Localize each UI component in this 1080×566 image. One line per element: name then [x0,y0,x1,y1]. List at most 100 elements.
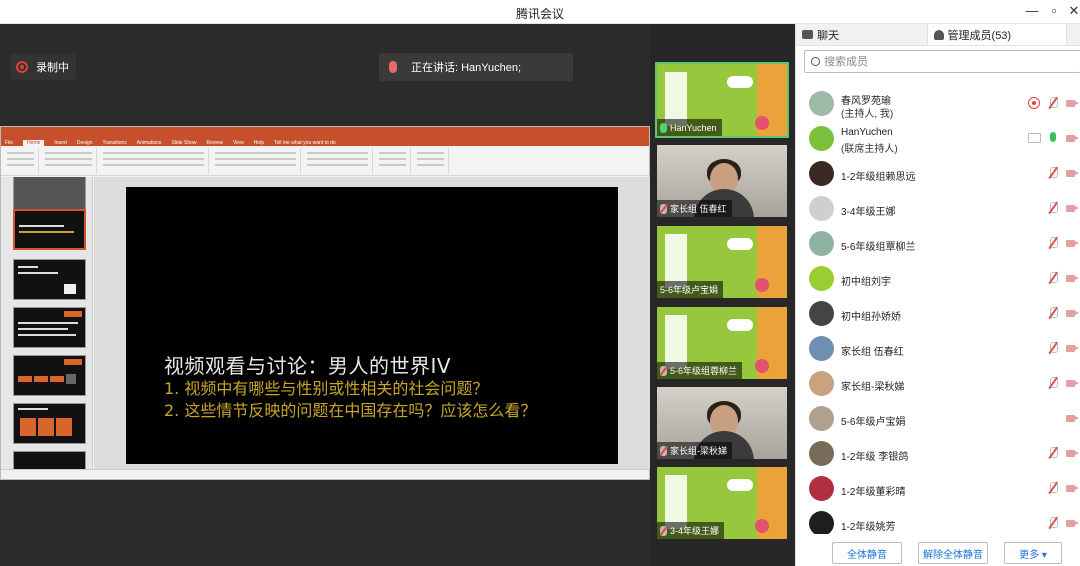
video-tile[interactable]: 5-6年级卢宝娟 [657,226,787,298]
search-input[interactable] [824,55,1054,68]
video-tile-label: 3-4年级王娜 [657,522,725,539]
slide-thumbnail-selected[interactable] [13,209,86,250]
microphone-muted-icon [660,445,667,456]
recording-icon[interactable] [1028,97,1040,109]
current-slide: 视频观看与讨论：男人的世界IV 1. 视频中有哪些与性别或性相关的社会问题？ 2… [126,187,618,464]
member-name: 家长组-梁秋娣 [841,382,905,393]
camera-off-icon[interactable] [1066,447,1079,459]
member-name: 3-4年级王娜 [841,207,896,218]
member-name: HanYuchen [841,127,893,138]
powerpoint-window: File Home Insert Design Transitions Animation… [0,126,650,480]
microphone-muted-icon[interactable] [1047,97,1059,109]
tab-chat[interactable]: 聊天 [796,24,928,45]
member-row[interactable]: 家长组 伍春红 [796,331,1080,366]
camera-off-icon[interactable] [1066,377,1079,389]
avatar [809,441,834,466]
slide-thumbnail[interactable] [13,451,86,469]
member-name: 家长组 伍春红 [841,347,904,358]
member-row[interactable]: 5-6年级卢宝娟 [796,401,1080,436]
microphone-muted-icon[interactable] [1047,517,1059,529]
camera-off-icon[interactable] [1066,167,1079,179]
close-button[interactable]: ✕ [1063,3,1080,19]
member-row[interactable]: 初中组刘宇 [796,261,1080,296]
avatar [809,336,834,361]
maximize-button[interactable]: ▫ [1043,3,1065,18]
mute-all-button[interactable]: 全体静音 [832,542,902,564]
avatar [809,511,834,534]
slide-thumbnail[interactable] [13,403,86,444]
member-row[interactable]: 1-2年级姚芳 [796,506,1080,534]
camera-off-icon[interactable] [1066,272,1079,284]
microphone-muted-icon[interactable] [1047,447,1059,459]
video-tile-label: 5-6年级组蓉柳兰 [657,362,743,379]
video-tile-label: 5-6年级卢宝娟 [657,281,724,298]
camera-off-icon[interactable] [1066,342,1079,354]
video-tile[interactable]: 3-4年级王娜 [657,467,787,539]
member-search[interactable] [804,50,1080,73]
member-row[interactable]: 1-2年级组赖思远 [796,156,1080,191]
member-row[interactable]: 5-6年级组覃柳兰 [796,226,1080,261]
slide-editor: 视频观看与讨论：男人的世界IV 1. 视频中有哪些与性别或性相关的社会问题？ 2… [94,177,650,469]
avatar [809,266,834,291]
microphone-muted-icon[interactable] [1047,272,1059,284]
microphone-muted-icon[interactable] [1047,482,1059,494]
member-row[interactable]: 1-2年级董彩晴 [796,471,1080,506]
speaking-indicator: 正在讲话: HanYuchen; [379,53,573,81]
video-tile[interactable]: 5-6年级组蓉柳兰 [657,307,787,379]
unmute-all-button[interactable]: 解除全体静音 [918,542,988,564]
camera-off-icon[interactable] [1066,202,1079,214]
participant-name: 家长组-梁秋娣 [670,446,727,456]
video-tile[interactable]: 家长组-梁秋娣 [657,387,787,459]
microphone-muted-icon [660,203,667,214]
ppt-titlebar [1,127,649,137]
speaking-label: 正在讲话: HanYuchen; [411,62,522,74]
participant-name: 5-6年级组蓉柳兰 [670,366,738,376]
camera-off-icon[interactable] [1066,482,1079,494]
panel-footer: 全体静音 解除全体静音 更多 ▾ [796,542,1080,566]
camera-off-icon[interactable] [1066,132,1079,144]
camera-off-icon[interactable] [1066,517,1079,529]
slide-line-2: 2. 这些情节反映的问题在中国存在吗？应该怎么看？ [164,401,537,420]
more-button[interactable]: 更多 ▾ [1004,542,1062,564]
member-row[interactable]: 春风罗苑瑜 (主持人, 我) [796,86,1080,121]
member-name: 1-2年级组赖思远 [841,172,916,183]
slide-thumbnails [1,177,93,469]
slide-thumbnail[interactable] [13,355,86,396]
microphone-muted-icon[interactable] [1047,342,1059,354]
microphone-muted-icon[interactable] [1047,377,1059,389]
screen-share-icon[interactable] [1028,132,1041,144]
member-row[interactable]: 1-2年级 李银鸽 [796,436,1080,471]
recording-indicator[interactable]: 录制中 [10,54,76,80]
ppt-ribbon-tabs: File Home Insert Design Transitions Animation… [1,137,649,146]
video-tile[interactable]: 家长组 伍春红 [657,145,787,217]
participant-name: 家长组 伍春红 [670,204,727,214]
microphone-icon[interactable] [1047,132,1059,144]
panel-menu-icon[interactable] [1067,24,1080,45]
microphone-icon [389,61,397,73]
camera-off-icon[interactable] [1066,412,1079,424]
video-tile-label: 家长组 伍春红 [657,200,732,217]
microphone-muted-icon[interactable] [1047,307,1059,319]
slide-thumbnail[interactable] [13,307,86,348]
camera-off-icon[interactable] [1066,237,1079,249]
participant-name: 5-6年级卢宝娟 [660,285,719,295]
member-name: 1-2年级 李银鸽 [841,452,909,463]
member-row[interactable]: 家长组-梁秋娣 [796,366,1080,401]
recording-label: 录制中 [36,62,69,74]
minimize-button[interactable]: — [1021,3,1043,18]
microphone-muted-icon[interactable] [1047,167,1059,179]
microphone-muted-icon[interactable] [1047,202,1059,214]
video-tile-label: 家长组-梁秋娣 [657,442,732,459]
video-tile[interactable]: HanYuchen [655,62,789,138]
member-row[interactable]: 初中组孙娇娇 [796,296,1080,331]
video-strip: HanYuchen 家长组 伍春红 5-6年级卢宝娟 5-6年级组蓉柳兰 家长组-梁秋娣… [650,24,795,566]
camera-off-icon[interactable] [1066,307,1079,319]
member-list: 春风罗苑瑜 (主持人, 我) HanYuchen (联席主持人) 1-2年级组赖思远 3-… [796,86,1080,534]
side-panel: 聊天 管理成员(53) 春风罗苑瑜(主持人, 我) HanYuchen (联席主持人… [795,24,1080,566]
member-row[interactable]: 3-4年级王娜 [796,191,1080,226]
tab-members[interactable]: 管理成员(53) [927,24,1068,45]
slide-thumbnail[interactable] [13,259,86,300]
member-row[interactable]: HanYuchen (联席主持人) [796,121,1080,156]
microphone-muted-icon[interactable] [1047,237,1059,249]
camera-off-icon[interactable] [1066,97,1079,109]
